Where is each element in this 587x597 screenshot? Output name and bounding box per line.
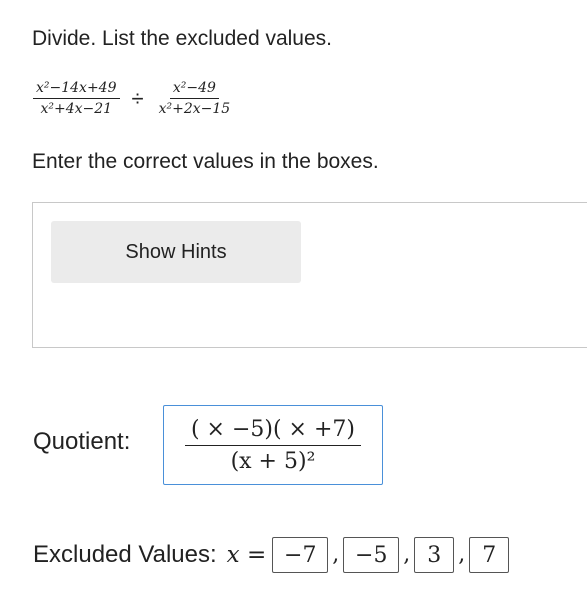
excluded-values-label: Excluded Values:: [33, 541, 217, 568]
instructions-text: Enter the correct values in the boxes.: [32, 150, 379, 173]
excluded-value-input-3[interactable]: 3: [414, 537, 455, 573]
x-equals: x =: [227, 542, 267, 568]
show-hints-button[interactable]: Show Hints: [51, 221, 301, 283]
variable-x: x: [226, 542, 240, 568]
first-numerator: x²−14x+49: [33, 80, 120, 99]
excluded-value-input-1[interactable]: −7: [272, 537, 329, 573]
first-fraction: x²−14x+49 x²+4x−21: [33, 80, 120, 117]
quotient-denominator: (x + 5)²: [230, 448, 316, 474]
first-denominator: x²+4x−21: [40, 101, 113, 117]
problem-expression: x²−14x+49 x²+4x−21 ÷ x²−49 x²+2x−15: [33, 80, 233, 117]
excluded-value-input-4[interactable]: 7: [469, 537, 510, 573]
separator-comma: ,: [403, 542, 411, 567]
excluded-value-input-2[interactable]: −5: [343, 537, 400, 573]
second-fraction: x²−49 x²+2x−15: [156, 80, 234, 117]
quotient-numerator: ( × −5)( × +7): [184, 417, 362, 446]
separator-comma: ,: [458, 542, 466, 567]
quotient-input[interactable]: ( × −5)( × +7) (x + 5)²: [163, 405, 383, 485]
quotient-label: Quotient:: [33, 428, 131, 455]
equals-sign: =: [246, 542, 267, 568]
problem-title: Divide. List the excluded values.: [32, 27, 332, 50]
second-numerator: x²−49: [169, 80, 219, 99]
divide-operator: ÷: [131, 85, 144, 111]
excluded-values-row: Excluded Values: x = −7 , −5 , 3 , 7: [33, 537, 510, 573]
separator-comma: ,: [332, 542, 340, 567]
quotient-fraction: ( × −5)( × +7) (x + 5)²: [184, 417, 362, 474]
second-denominator: x²+2x−15: [158, 101, 231, 117]
